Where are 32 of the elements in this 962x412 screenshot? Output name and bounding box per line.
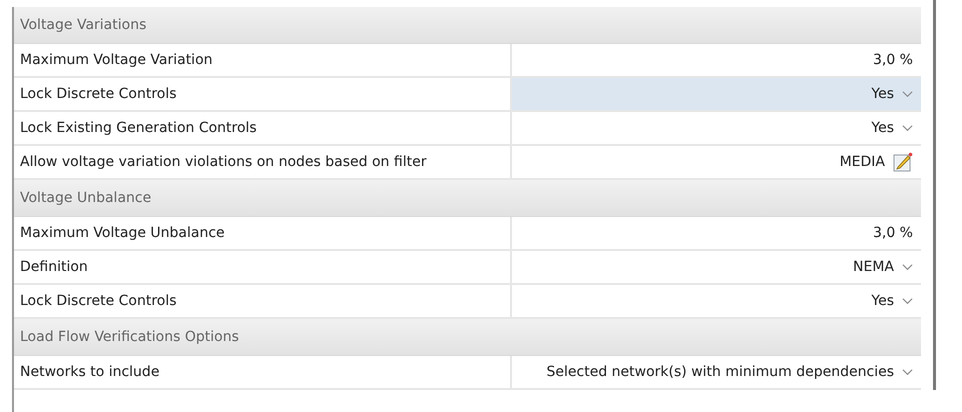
section-header: Load Flow Verifications Options	[14, 319, 921, 356]
property-value-cell[interactable]: Selected network(s) with minimum dependencies	[512, 356, 921, 388]
section-header: Voltage Unbalance	[14, 180, 921, 217]
chevron-down-icon[interactable]	[902, 90, 913, 98]
property-value: Yes	[871, 120, 894, 136]
property-label: Maximum Voltage Unbalance	[14, 217, 512, 249]
property-value-cell[interactable]: Yes	[512, 78, 921, 110]
property-value: 3,0 %	[872, 52, 913, 68]
chevron-down-icon[interactable]	[902, 297, 913, 305]
property-value-cell[interactable]: Yes	[512, 285, 921, 317]
chevron-down-icon[interactable]	[902, 263, 913, 271]
edit-icon[interactable]	[893, 152, 913, 172]
property-label: Lock Existing Generation Controls	[14, 112, 512, 144]
property-value: Yes	[871, 293, 894, 309]
property-label: Maximum Voltage Variation	[14, 44, 512, 76]
property-value: Selected network(s) with minimum dependencies	[546, 364, 894, 380]
chevron-down-icon[interactable]	[902, 368, 913, 376]
property-value-cell[interactable]: Yes	[512, 112, 921, 144]
property-value: MEDIA	[840, 154, 885, 170]
property-value-cell[interactable]: 3,0 %	[512, 217, 921, 249]
property-label: Lock Discrete Controls	[14, 285, 512, 317]
property-value-cell[interactable]: MEDIA	[512, 146, 921, 178]
property-value: Yes	[871, 86, 894, 102]
section-header: Voltage Variations	[14, 7, 921, 44]
property-value: 3,0 %	[872, 225, 913, 241]
property-value-cell[interactable]: 3,0 %	[512, 44, 921, 76]
property-label: Definition	[14, 251, 512, 283]
property-label: Networks to include	[14, 356, 512, 388]
chevron-down-icon[interactable]	[902, 124, 913, 132]
property-value: NEMA	[853, 259, 894, 275]
property-value-cell[interactable]: NEMA	[512, 251, 921, 283]
property-label: Allow voltage variation violations on nodes based on filter	[14, 146, 512, 178]
